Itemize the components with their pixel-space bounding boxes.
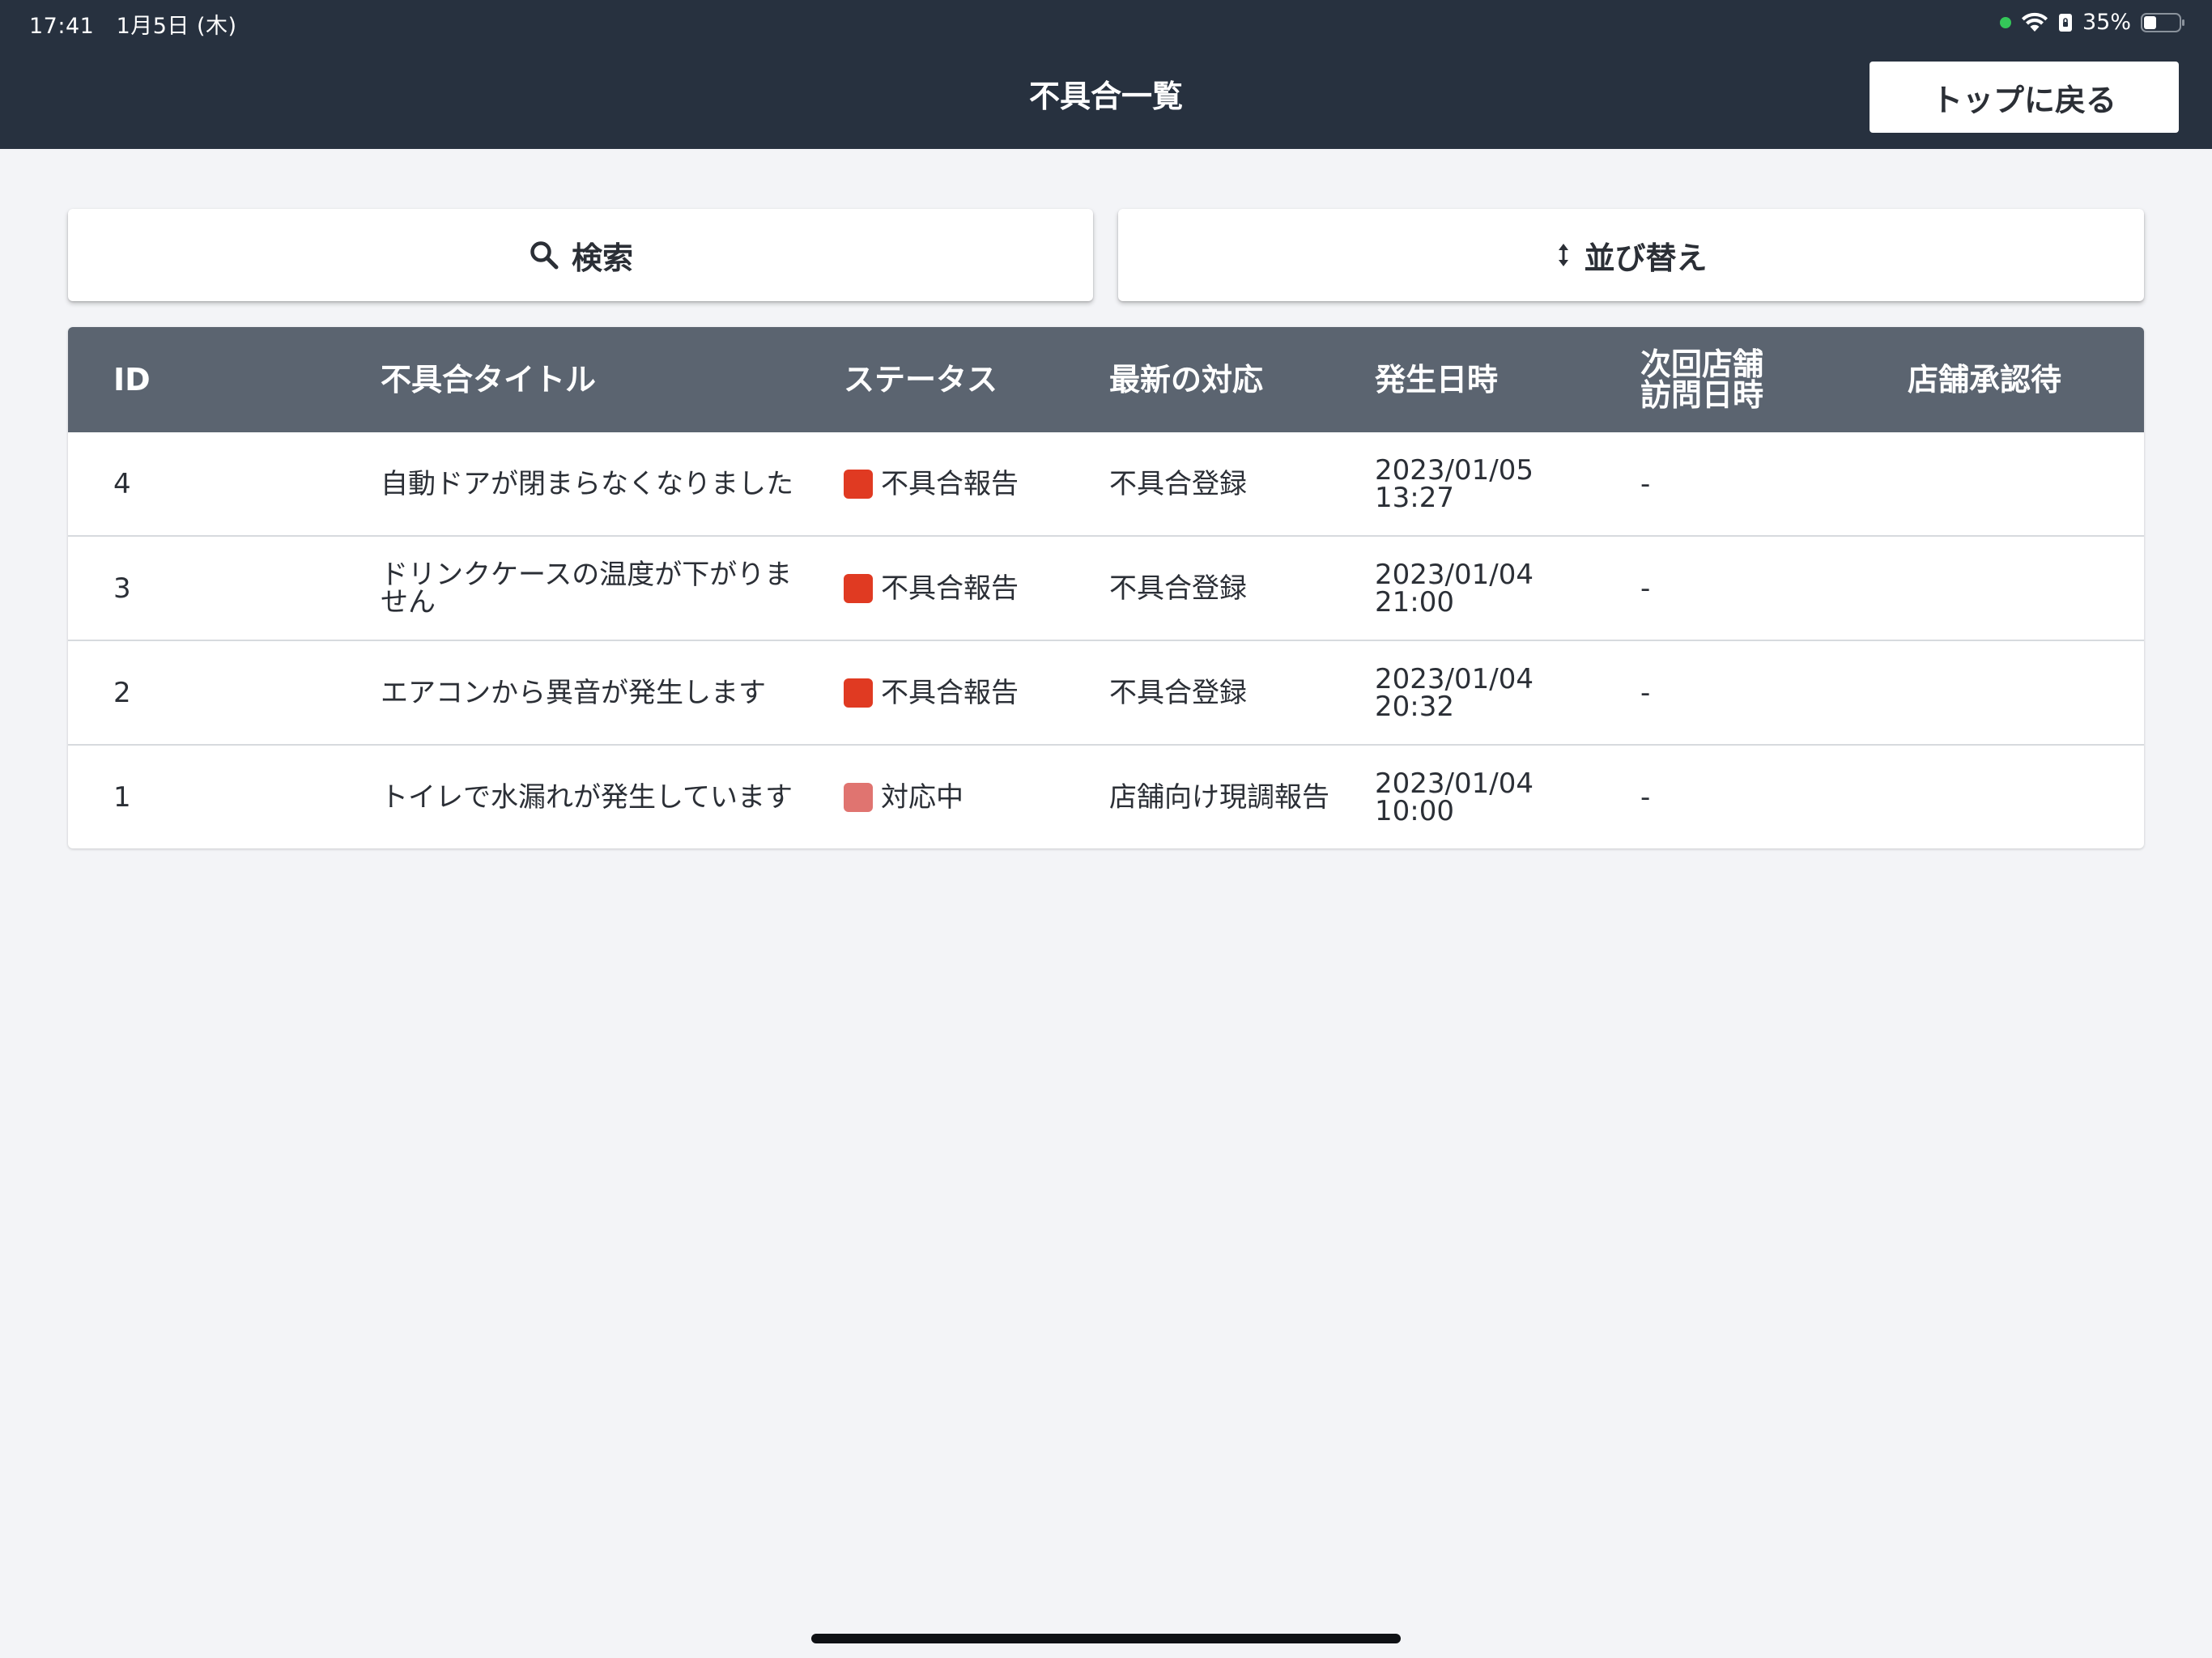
column-header-title[interactable]: 不具合タイトル	[334, 327, 798, 432]
column-header-approval-pending[interactable]: 店舗承認待	[1862, 327, 2144, 432]
row-occurred-at: 2023/01/04 21:00	[1375, 558, 1534, 619]
column-header-id[interactable]: ID	[68, 327, 334, 432]
row-latest-action: 不具合登録	[1109, 467, 1247, 500]
sort-button-label: 並び替え	[1584, 240, 1708, 276]
status-bar-time: 17:41 1月5日 (木)	[29, 8, 237, 40]
status-color-icon	[844, 678, 873, 708]
row-latest-action: 不具合登録	[1109, 676, 1247, 709]
defect-table: ID 不具合タイトル ステータス 最新の対応 発生日時 次回店舗 訪問日時 店舗…	[68, 327, 2144, 848]
status-date-text: 1月5日 (木)	[116, 14, 237, 39]
row-next-visit: -	[1640, 467, 1651, 500]
row-id: 4	[113, 467, 131, 500]
sort-arrows-icon	[1559, 244, 1569, 266]
row-approval-pending	[1862, 432, 2144, 535]
status-badge: 対応中	[844, 782, 963, 812]
row-latest-action: 不具合登録	[1109, 572, 1247, 605]
status-color-icon	[844, 573, 873, 603]
row-id: 3	[113, 572, 131, 605]
row-occurred-at: 2023/01/04 10:00	[1375, 767, 1534, 827]
orientation-lock-icon	[2058, 13, 2072, 32]
row-title: ドリンクケースの温度が下がりません	[381, 558, 793, 619]
home-indicator[interactable]	[811, 1634, 1401, 1643]
status-badge: 不具合報告	[844, 469, 1019, 499]
row-id: 2	[113, 676, 131, 709]
row-status: 不具合報告	[798, 537, 1064, 640]
status-badge: 不具合報告	[844, 678, 1019, 708]
row-approval-pending	[1862, 537, 2144, 640]
row-id: 1	[113, 780, 131, 814]
row-occurred-at: 2023/01/05 13:27	[1375, 453, 1534, 514]
table-body: 4 自動ドアが閉まらなくなりました 不具合報告 不具合登録 2023/01/05…	[68, 432, 2144, 848]
wifi-icon	[2021, 12, 2048, 32]
row-status: 対応中	[798, 746, 1064, 848]
row-title: エアコンから異音が発生します	[381, 676, 766, 709]
search-icon	[530, 241, 559, 270]
row-next-visit: -	[1640, 780, 1651, 814]
row-next-visit: -	[1640, 572, 1651, 605]
status-badge: 不具合報告	[844, 573, 1019, 603]
top-bar: 17:41 1月5日 (木) 35% 不具合一覧 トップに戻る	[0, 0, 2212, 149]
column-header-occurred-at[interactable]: 発生日時	[1329, 327, 1595, 432]
search-button[interactable]: 検索	[68, 209, 1093, 301]
row-title: トイレで水漏れが発生しています	[381, 780, 793, 814]
search-button-label: 検索	[571, 240, 633, 276]
table-row[interactable]: 3 ドリンクケースの温度が下がりません 不具合報告 不具合登録 2023/01/…	[68, 535, 2144, 640]
table-row[interactable]: 4 自動ドアが閉まらなくなりました 不具合報告 不具合登録 2023/01/05…	[68, 432, 2144, 535]
column-header-status[interactable]: ステータス	[798, 327, 1064, 432]
battery-percent: 35%	[2082, 10, 2131, 35]
table-header: ID 不具合タイトル ステータス 最新の対応 発生日時 次回店舗 訪問日時 店舗…	[68, 327, 2144, 432]
sort-button[interactable]: 並び替え	[1118, 209, 2144, 301]
table-row[interactable]: 2 エアコンから異音が発生します 不具合報告 不具合登録 2023/01/04 2…	[68, 640, 2144, 744]
row-next-visit: -	[1640, 676, 1651, 709]
row-title: 自動ドアが閉まらなくなりました	[381, 467, 793, 500]
camera-indicator-icon	[1999, 16, 2011, 28]
status-bar-indicators: 35%	[1999, 10, 2186, 35]
row-status: 不具合報告	[798, 432, 1064, 535]
row-latest-action: 店舗向け現調報告	[1109, 780, 1329, 814]
column-header-latest-action[interactable]: 最新の対応	[1064, 327, 1329, 432]
row-approval-pending	[1862, 641, 2144, 744]
table-row[interactable]: 1 トイレで水漏れが発生しています 対応中 店舗向け現調報告 2023/01/0…	[68, 744, 2144, 848]
column-header-next-visit[interactable]: 次回店舗 訪問日時	[1595, 327, 1862, 432]
back-to-top-button[interactable]: トップに戻る	[1870, 62, 2179, 133]
status-color-icon	[844, 782, 873, 812]
row-approval-pending	[1862, 746, 2144, 848]
status-time-text: 17:41	[29, 14, 95, 39]
row-status: 不具合報告	[798, 641, 1064, 744]
row-occurred-at: 2023/01/04 20:32	[1375, 662, 1534, 723]
status-color-icon	[844, 469, 873, 499]
battery-icon	[2141, 12, 2184, 32]
